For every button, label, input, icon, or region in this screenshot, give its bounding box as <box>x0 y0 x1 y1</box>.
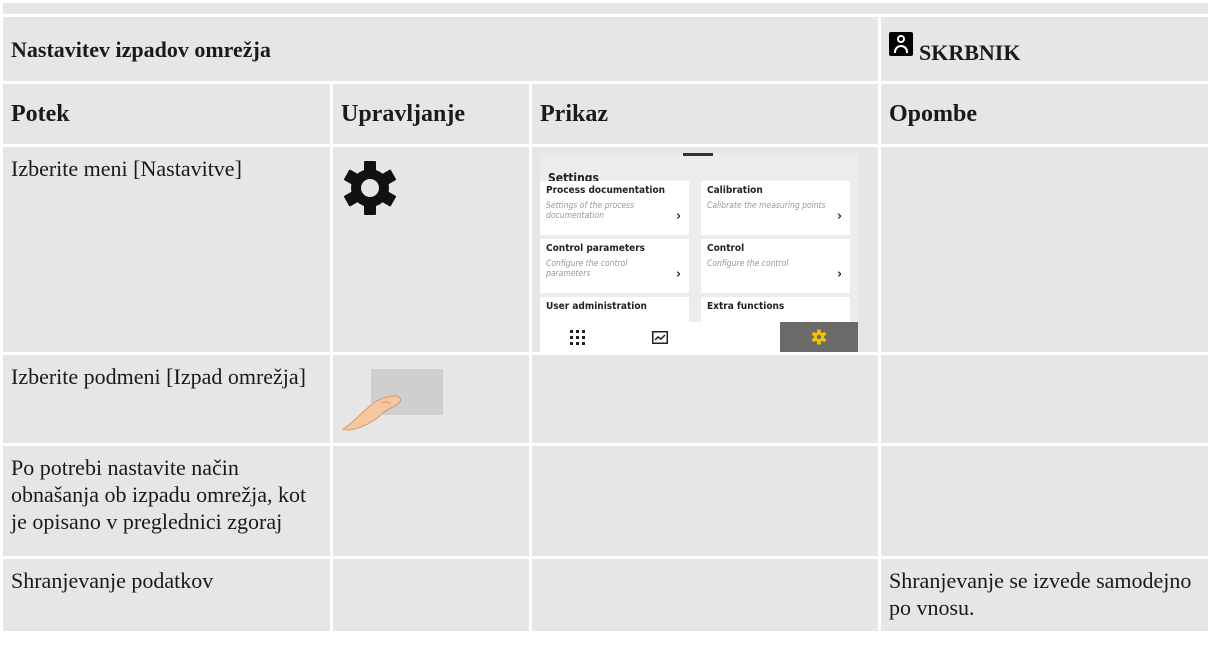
title-row: Nastavitev izpadov omrežja SKRBNIK <box>3 17 1208 81</box>
grid-icon[interactable] <box>570 330 585 345</box>
control-cell <box>333 147 529 352</box>
chevron-right-icon: › <box>676 209 681 224</box>
note-cell <box>881 147 1208 352</box>
display-cell <box>532 446 878 556</box>
role-cell: SKRBNIK <box>881 17 1208 81</box>
note-cell: Shranjevanje se izvede samodejno po vnos… <box>881 559 1208 631</box>
tile-subtitle: Settings of the process documentation <box>546 201 635 221</box>
chevron-right-icon: › <box>837 209 842 224</box>
header-prikaz: Prikaz <box>532 84 878 144</box>
display-cell <box>532 559 878 631</box>
header-label: Opombe <box>889 101 978 127</box>
page: Nastavitev izpadov omrežja SKRBNIK Potek… <box>0 0 1208 653</box>
header-label: Prikaz <box>540 101 608 127</box>
device-screenshot: Settings Process documentation Settings … <box>540 153 858 352</box>
tile-title: User administration <box>546 301 647 312</box>
tile-user-administration[interactable]: User administration <box>540 297 689 323</box>
tile-extra-functions[interactable]: Extra functions <box>701 297 850 323</box>
step-cell: Shranjevanje podatkov <box>3 559 330 631</box>
tile-title: Extra functions <box>707 301 785 312</box>
tile-title: Control <box>707 243 745 254</box>
nav-settings-active[interactable] <box>780 322 858 352</box>
table-row: Izberite podmeni [Izpad omrežja] <box>3 355 1208 443</box>
table-row: Po potrebi nastavite način obnašanja ob … <box>3 446 1208 556</box>
control-cell <box>333 559 529 631</box>
gear-icon <box>343 161 397 215</box>
control-cell <box>333 446 529 556</box>
tile-calibration[interactable]: Calibration Calibrate the measuring poin… <box>701 181 850 235</box>
top-strip-row <box>3 3 1208 14</box>
note-text: Shranjevanje se izvede samodejno po vnos… <box>889 568 1192 620</box>
role-label: SKRBNIK <box>919 40 1021 65</box>
device-notch <box>683 153 713 156</box>
note-cell <box>881 355 1208 443</box>
top-strip <box>3 3 1208 14</box>
step-text: Izberite meni [Nastavitve] <box>11 156 242 181</box>
chevron-right-icon: › <box>676 267 681 282</box>
note-cell <box>881 446 1208 556</box>
header-label: Upravljanje <box>341 101 465 127</box>
page-title: Nastavitev izpadov omrežja <box>11 36 271 62</box>
touch-finger-icon <box>341 365 443 435</box>
tile-subtitle: Configure the control <box>707 259 789 269</box>
tile-control[interactable]: Control Configure the control › <box>701 239 850 293</box>
device-nav-bar <box>540 322 858 352</box>
header-label: Potek <box>11 101 70 127</box>
control-cell <box>333 355 529 443</box>
header-row: Potek Upravljanje Prikaz Opombe <box>3 84 1208 144</box>
header-potek: Potek <box>3 84 330 144</box>
tile-process-documentation[interactable]: Process documentation Settings of the pr… <box>540 181 689 235</box>
table-row: Shranjevanje podatkov Shranjevanje se iz… <box>3 559 1208 631</box>
header-upravljanje: Upravljanje <box>333 84 529 144</box>
user-icon <box>889 32 913 56</box>
display-cell: Settings Process documentation Settings … <box>532 147 878 352</box>
step-cell: Po potrebi nastavite način obnašanja ob … <box>3 446 330 556</box>
gear-icon <box>811 329 827 345</box>
step-text: Shranjevanje podatkov <box>11 568 214 593</box>
tile-title: Process documentation <box>546 185 666 196</box>
step-text: Izberite podmeni [Izpad omrežja] <box>11 364 307 389</box>
tile-subtitle: Calibrate the measuring points <box>707 201 826 211</box>
step-cell: Izberite meni [Nastavitve] <box>3 147 330 352</box>
table-row: Izberite meni [Nastavitve] Settings Proc… <box>3 147 1208 352</box>
procedure-table: Nastavitev izpadov omrežja SKRBNIK Potek… <box>0 0 1208 634</box>
tile-title: Control parameters <box>546 243 646 254</box>
step-text: Po potrebi nastavite način obnašanja ob … <box>11 455 307 534</box>
tile-title: Calibration <box>707 185 763 196</box>
header-opombe: Opombe <box>881 84 1208 144</box>
step-cell: Izberite podmeni [Izpad omrežja] <box>3 355 330 443</box>
tile-subtitle: Configure the control parameters <box>546 259 628 279</box>
chevron-right-icon: › <box>837 267 842 282</box>
display-cell <box>532 355 878 443</box>
tile-control-parameters[interactable]: Control parameters Configure the control… <box>540 239 689 293</box>
title-cell: Nastavitev izpadov omrežja <box>3 17 878 81</box>
chart-icon[interactable] <box>652 331 668 344</box>
